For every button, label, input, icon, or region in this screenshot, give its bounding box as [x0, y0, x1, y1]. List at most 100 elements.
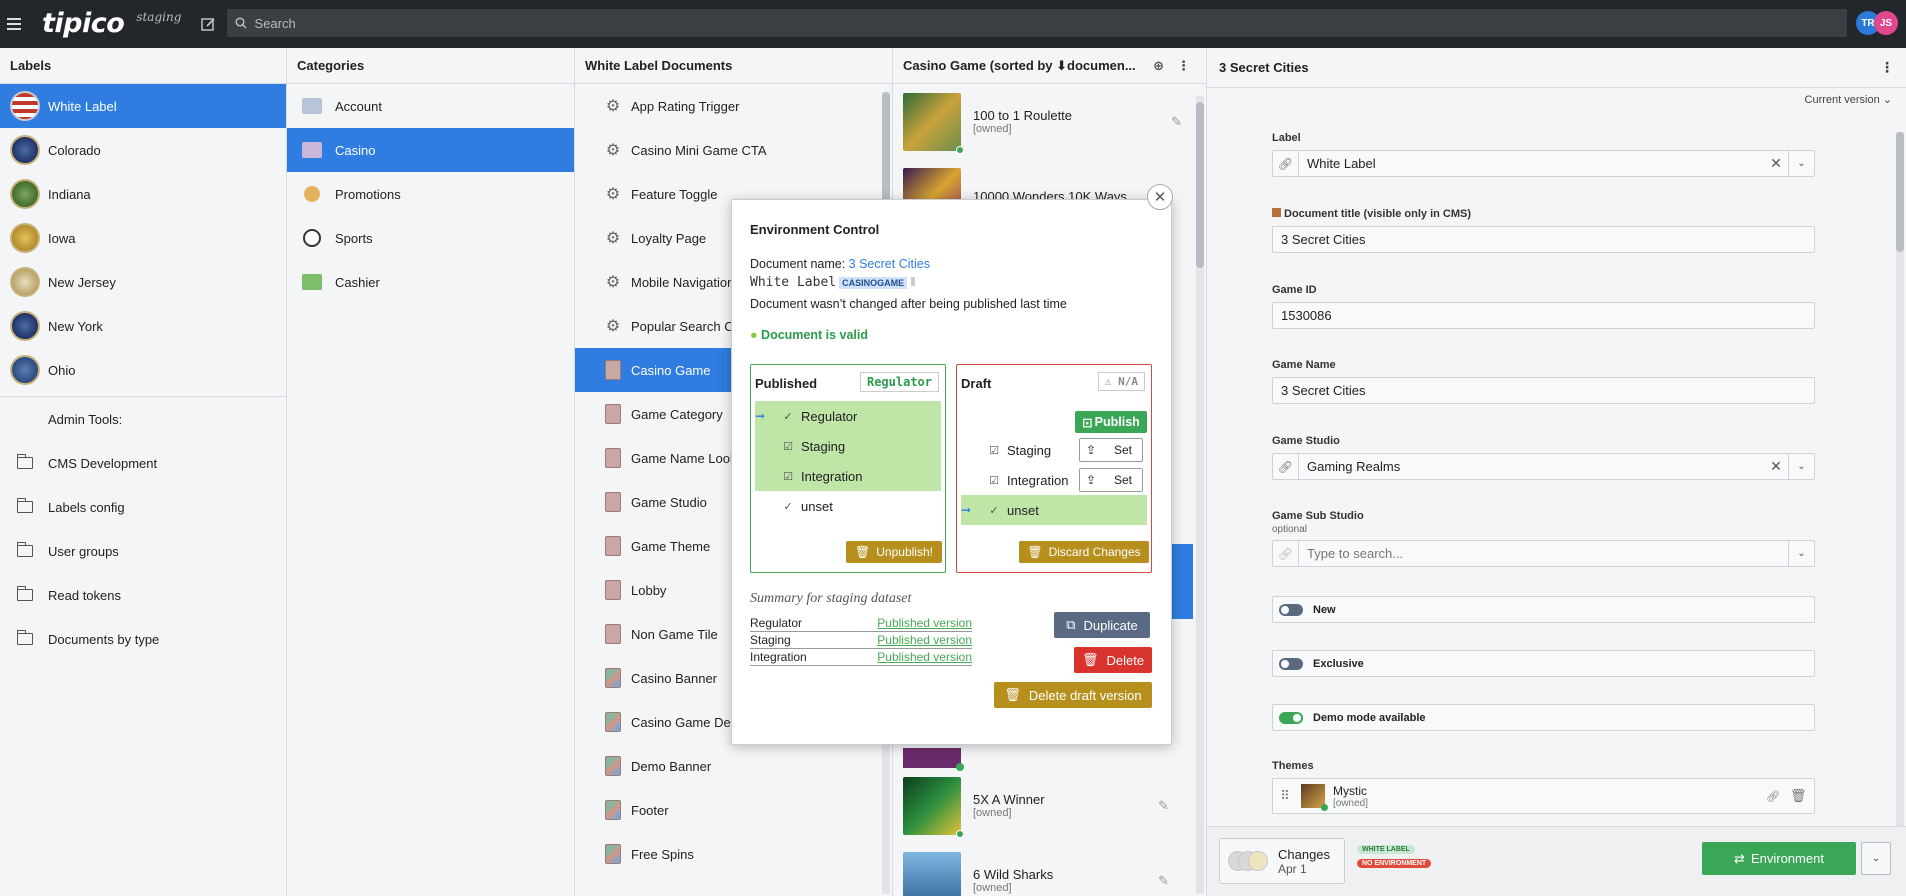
user-avatars[interactable]: TR JS — [1856, 11, 1898, 35]
chevron-down-icon[interactable]: ⌄ — [1788, 151, 1814, 176]
copy-icon[interactable] — [911, 277, 916, 286]
document-item[interactable]: Demo Banner — [575, 744, 892, 788]
avatar[interactable]: JS — [1874, 11, 1898, 35]
clear-icon[interactable]: ✕ — [1764, 458, 1788, 475]
game-sub-studio-field: Game Sub Studio optional 🔗︎ Type to searc… — [1272, 510, 1815, 567]
valid-status: ● Document is valid — [750, 328, 869, 342]
pencil-icon[interactable]: ✎ — [1158, 873, 1169, 889]
document-item[interactable]: Footer — [575, 788, 892, 832]
changes-button[interactable]: Changes Apr 1 — [1219, 838, 1345, 884]
environment-dropdown[interactable]: ⌄ — [1861, 842, 1891, 875]
document-item[interactable]: ⚙ Casino Mini Game CTA — [575, 128, 892, 172]
category-item-account[interactable]: Account — [287, 84, 574, 128]
search-icon — [227, 17, 255, 29]
search-bar[interactable] — [227, 9, 1847, 37]
scrollbar[interactable] — [1196, 96, 1204, 894]
demo-mode-toggle[interactable] — [1279, 711, 1303, 724]
admin-item-cms-development[interactable]: CMS Development — [0, 441, 286, 485]
label-item-new-york[interactable]: New York — [0, 304, 286, 348]
set-integration-button[interactable]: ⇪ Set — [1079, 468, 1143, 492]
game-item[interactable]: 5X A Winner [owned] ✎ — [893, 768, 1193, 843]
edit-icon[interactable] — [197, 13, 219, 35]
ohio-seal-icon — [10, 355, 40, 385]
chevron-down-icon[interactable]: ⌄ — [1788, 454, 1814, 479]
link-icon[interactable]: 🔗︎ — [1766, 790, 1790, 803]
game-item[interactable]: 6 Wild Sharks [owned] ✎ — [893, 843, 1193, 896]
set-staging-button[interactable]: ⇪ Set — [1079, 438, 1143, 462]
theme-item[interactable]: ⠿ Mystic [owned] 🔗︎ 🗑︎ — [1272, 778, 1815, 814]
label-item-new-jersey[interactable]: New Jersey — [0, 260, 286, 304]
discard-changes-button[interactable]: 🗑︎ Discard Changes — [1019, 541, 1149, 563]
published-env-row[interactable]: ☑ Staging — [755, 431, 941, 461]
duplicate-button[interactable]: ⧉ Duplicate — [1054, 612, 1150, 638]
published-env-row[interactable]: ➞ ✓ Regulator — [755, 401, 941, 431]
status-dot — [956, 145, 964, 154]
link-icon[interactable]: 🔗︎ — [1273, 151, 1299, 176]
summary-row: Regulator Published version — [750, 616, 972, 632]
category-item-promotions[interactable]: Promotions — [287, 172, 574, 216]
close-icon[interactable]: ✕ — [1147, 184, 1173, 210]
soccer-ball-icon — [303, 229, 321, 247]
published-env-row[interactable]: ✓ unset — [755, 491, 941, 521]
trash-icon[interactable]: 🗑︎ — [1790, 788, 1814, 804]
version-select[interactable]: Current version ⌄ — [1805, 93, 1892, 106]
pencil-icon[interactable]: ✎ — [1158, 798, 1169, 814]
gear-icon: ⚙ — [605, 186, 621, 203]
label-item-iowa[interactable]: Iowa — [0, 216, 286, 260]
environment-control-dialog: ✕ Environment Control Document name: 3 S… — [731, 184, 1173, 745]
label-item-colorado[interactable]: Colorado — [0, 128, 286, 172]
clear-icon[interactable]: ✕ — [1764, 155, 1788, 172]
new-toggle[interactable] — [1279, 603, 1303, 616]
unchanged-message: Document wasn’t changed after being publ… — [750, 297, 1067, 311]
add-icon[interactable]: ⊕ — [1153, 58, 1164, 74]
document-icon — [605, 360, 621, 380]
logo[interactable]: tipico — [42, 8, 125, 39]
admin-tools-title: Admin Tools: — [48, 411, 123, 427]
exclusive-toggle[interactable] — [1279, 657, 1303, 670]
new-toggle-field: New — [1272, 596, 1815, 623]
pencil-icon[interactable]: ✎ — [1171, 114, 1182, 130]
check-icon: ✓ — [783, 410, 793, 423]
draft-env-row[interactable]: ➞ ✓ unset — [961, 495, 1147, 525]
draft-env-row[interactable]: ☑ Staging ⇪ Set — [961, 435, 1147, 465]
environment-button[interactable]: ⇄ Environment — [1702, 842, 1856, 875]
label-item-ohio[interactable]: Ohio — [0, 348, 286, 392]
delete-button[interactable]: 🗑︎ Delete — [1074, 647, 1152, 673]
admin-item-documents-by-type[interactable]: Documents by type — [0, 617, 286, 661]
abacus-icon — [1272, 208, 1281, 217]
menu-icon[interactable] — [0, 0, 28, 48]
published-env-row[interactable]: ☑ Integration — [755, 461, 941, 491]
document-icon — [605, 492, 621, 512]
arrow-right-icon: ➞ — [961, 503, 972, 517]
more-icon[interactable]: ⋮ — [1880, 59, 1894, 76]
publish-button[interactable]: ⊡ Publish — [1075, 411, 1147, 433]
more-icon[interactable]: ⋮ — [1177, 58, 1190, 74]
document-name-link[interactable]: 3 Secret Cities — [849, 257, 930, 271]
category-item-cashier[interactable]: Cashier — [287, 260, 574, 304]
category-item-casino[interactable]: Casino — [287, 128, 574, 172]
document-item[interactable]: ⚙ App Rating Trigger — [575, 84, 892, 128]
admin-item-user-groups[interactable]: User groups — [0, 529, 286, 573]
trash-icon: 🗑︎ — [855, 545, 871, 559]
unpublish-button[interactable]: 🗑︎ Unpublish! — [846, 541, 942, 563]
game-id-field: Game ID 1530086 — [1272, 284, 1815, 329]
search-input[interactable] — [254, 15, 1847, 31]
summary-row: Staging Published version — [750, 633, 972, 649]
label-item-indiana[interactable]: Indiana — [0, 172, 286, 216]
delete-draft-button[interactable]: 🗑︎ Delete draft version — [994, 682, 1152, 708]
label-item-white-label[interactable]: White Label — [0, 84, 286, 128]
link-icon[interactable]: 🔗︎ — [1273, 454, 1299, 479]
exclusive-toggle-field: Exclusive — [1272, 650, 1815, 677]
scrollbar[interactable] — [1896, 132, 1904, 872]
admin-item-labels-config[interactable]: Labels config — [0, 485, 286, 529]
checkbox-icon: ☑ — [989, 474, 999, 487]
chevron-down-icon[interactable]: ⌄ — [1788, 541, 1814, 566]
drag-handle-icon[interactable]: ⠿ — [1273, 788, 1297, 804]
document-item[interactable]: Free Spins — [575, 832, 892, 876]
category-item-sports[interactable]: Sports — [287, 216, 574, 260]
draft-env-row[interactable]: ☑ Integration ⇪ Set — [961, 465, 1147, 495]
admin-item-read-tokens[interactable]: Read tokens — [0, 573, 286, 617]
game-item[interactable]: 100 to 1 Roulette [owned] ✎ — [893, 84, 1206, 159]
folder-icon — [16, 630, 33, 645]
game-thumbnail — [903, 851, 961, 896]
